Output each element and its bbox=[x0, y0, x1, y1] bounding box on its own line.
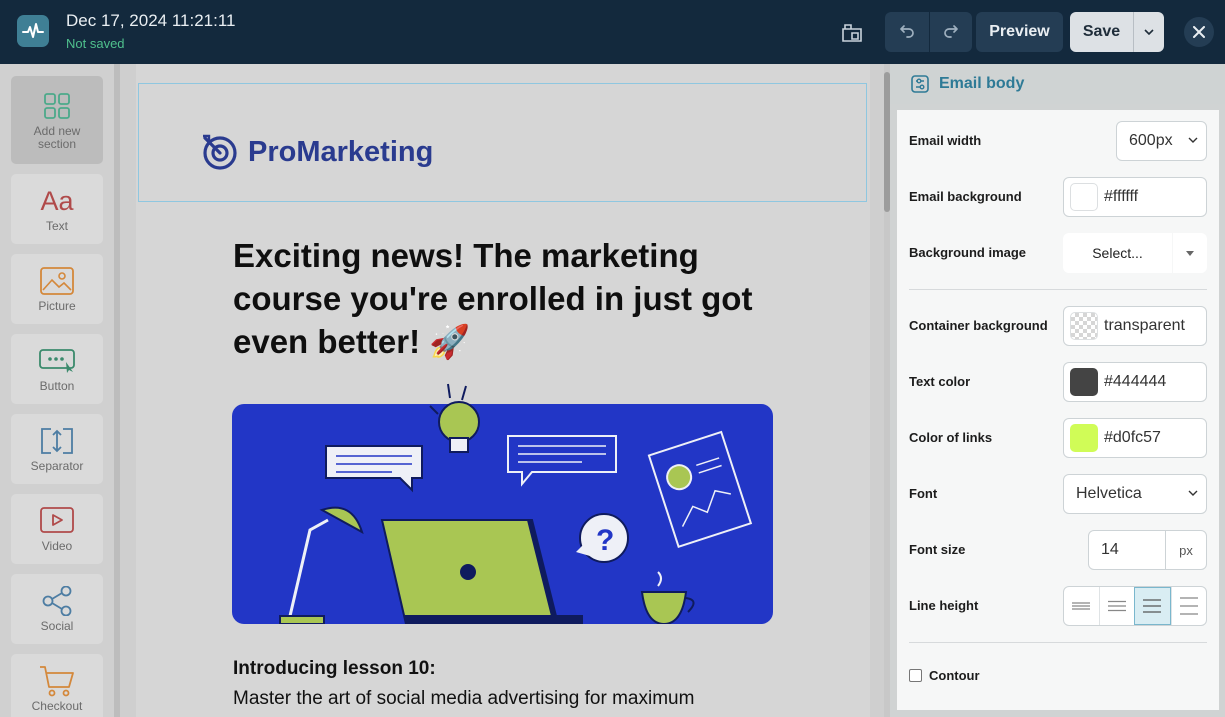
text-color-value: #444444 bbox=[1104, 373, 1167, 390]
divider bbox=[909, 642, 1207, 643]
contour-checkbox[interactable] bbox=[909, 669, 922, 682]
line-height-compact-icon bbox=[1072, 602, 1091, 610]
chevron-down-icon bbox=[1144, 29, 1154, 35]
font-label: Font bbox=[909, 486, 938, 501]
sidebar-item-label: Button bbox=[39, 379, 75, 393]
divider bbox=[909, 289, 1207, 290]
line-height-option-2[interactable] bbox=[1098, 587, 1135, 625]
save-button-group: Save bbox=[1070, 12, 1164, 52]
email-width-label: Email width bbox=[909, 133, 982, 148]
line-height-relaxed-icon bbox=[1143, 599, 1162, 613]
sidebar-item-label: Checkout bbox=[31, 699, 83, 713]
translate-icon[interactable] bbox=[840, 21, 864, 45]
container-background-picker[interactable]: transparent bbox=[1063, 306, 1207, 346]
sidebar-item-add-section[interactable]: Add new section bbox=[11, 76, 103, 164]
sidebar-item-button[interactable]: Button bbox=[11, 334, 103, 404]
background-image-label: Background image bbox=[909, 245, 1027, 260]
sidebar-item-social[interactable]: Social bbox=[11, 574, 103, 644]
cart-icon bbox=[39, 664, 75, 698]
sidebar-item-label: Video bbox=[41, 539, 73, 553]
close-icon bbox=[1193, 26, 1205, 38]
chevron-down-icon bbox=[1188, 137, 1198, 143]
video-icon bbox=[40, 504, 74, 538]
settings-panel-title: Email body bbox=[939, 75, 1025, 92]
line-height-option-3[interactable] bbox=[1134, 587, 1171, 625]
share-icon bbox=[41, 584, 73, 618]
link-color-picker[interactable]: #d0fc57 bbox=[1063, 418, 1207, 458]
line-height-option-4[interactable] bbox=[1170, 587, 1207, 625]
picture-icon bbox=[40, 264, 74, 298]
chevron-down-icon bbox=[1188, 490, 1198, 496]
font-size-control: 14 px bbox=[1088, 530, 1207, 570]
intro-title[interactable]: Introducing lesson 10: bbox=[233, 658, 436, 680]
sidebar-item-text[interactable]: Aa Text bbox=[11, 174, 103, 244]
app-logo[interactable] bbox=[17, 15, 49, 47]
text-aa-icon: Aa bbox=[40, 185, 74, 216]
contour-label[interactable]: Contour bbox=[929, 668, 980, 683]
intro-text[interactable]: Master the art of social media advertisi… bbox=[233, 688, 694, 710]
undo-button[interactable] bbox=[885, 12, 929, 52]
brand-logo: ProMarketing bbox=[201, 133, 433, 171]
font-value: Helvetica bbox=[1076, 485, 1142, 502]
line-height-options bbox=[1063, 586, 1207, 626]
email-headline[interactable]: Exciting news! The marketing course you'… bbox=[233, 234, 773, 363]
email-background-picker[interactable]: #ffffff bbox=[1063, 177, 1207, 217]
email-background-label: Email background bbox=[909, 189, 1022, 204]
line-height-option-1[interactable] bbox=[1064, 587, 1099, 625]
sidebar-item-label: Picture bbox=[38, 299, 76, 313]
sidebar-item-label: Social bbox=[40, 619, 74, 633]
link-color-label: Color of links bbox=[909, 430, 993, 445]
link-color-value: #d0fc57 bbox=[1104, 429, 1161, 446]
hero-illustration[interactable]: ? bbox=[232, 380, 773, 626]
line-height-normal-icon bbox=[1107, 600, 1126, 612]
sidebar-item-label: Separator bbox=[30, 459, 84, 473]
chevron-down-icon bbox=[1186, 250, 1194, 256]
line-height-loose-icon bbox=[1179, 597, 1198, 615]
email-width-value: 600px bbox=[1129, 132, 1173, 149]
container-background-label: Container background bbox=[909, 318, 1048, 333]
text-color-picker[interactable]: #444444 bbox=[1063, 362, 1207, 402]
svg-text:?: ? bbox=[596, 524, 614, 557]
email-width-select[interactable]: 600px bbox=[1116, 121, 1207, 161]
undo-icon bbox=[899, 25, 914, 38]
sliders-icon bbox=[911, 75, 929, 98]
email-background-value: #ffffff bbox=[1104, 188, 1139, 205]
font-size-input[interactable]: 14 bbox=[1089, 531, 1166, 569]
line-height-label: Line height bbox=[909, 598, 979, 613]
font-size-label: Font size bbox=[909, 542, 966, 557]
background-image-dropdown[interactable] bbox=[1173, 233, 1207, 273]
separator-icon bbox=[39, 424, 75, 458]
save-status: Not saved bbox=[66, 36, 125, 51]
sidebar-item-label: Add new section bbox=[33, 124, 81, 151]
redo-button[interactable] bbox=[928, 12, 973, 52]
background-image-select-button[interactable]: Select... bbox=[1063, 233, 1172, 273]
sidebar-item-checkout[interactable]: Checkout bbox=[11, 654, 103, 717]
text-color-label: Text color bbox=[909, 374, 971, 389]
font-select[interactable]: Helvetica bbox=[1063, 474, 1207, 514]
sidebar-item-picture[interactable]: Picture bbox=[11, 254, 103, 324]
save-options-button[interactable] bbox=[1133, 12, 1164, 52]
font-size-unit: px bbox=[1179, 542, 1193, 558]
sidebar-item-video[interactable]: Video bbox=[11, 494, 103, 564]
color-swatch bbox=[1070, 424, 1098, 452]
save-button[interactable]: Save bbox=[1070, 12, 1133, 52]
transparent-swatch bbox=[1070, 312, 1098, 340]
grid-icon bbox=[43, 89, 71, 123]
close-button[interactable] bbox=[1184, 17, 1214, 47]
color-swatch bbox=[1070, 368, 1098, 396]
undo-redo-group bbox=[885, 12, 972, 52]
document-timestamp: Dec 17, 2024 11:21:11 bbox=[66, 11, 236, 30]
container-background-value: transparent bbox=[1104, 317, 1185, 334]
button-icon bbox=[39, 344, 75, 378]
redo-icon bbox=[943, 25, 958, 38]
brand-name: ProMarketing bbox=[248, 135, 434, 168]
target-icon bbox=[203, 134, 237, 170]
preview-button[interactable]: Preview bbox=[976, 12, 1063, 52]
background-image-control: Select... bbox=[1063, 233, 1207, 273]
color-swatch bbox=[1070, 183, 1098, 211]
sidebar-item-separator[interactable]: Separator bbox=[11, 414, 103, 484]
sidebar-item-label: Text bbox=[45, 219, 68, 233]
